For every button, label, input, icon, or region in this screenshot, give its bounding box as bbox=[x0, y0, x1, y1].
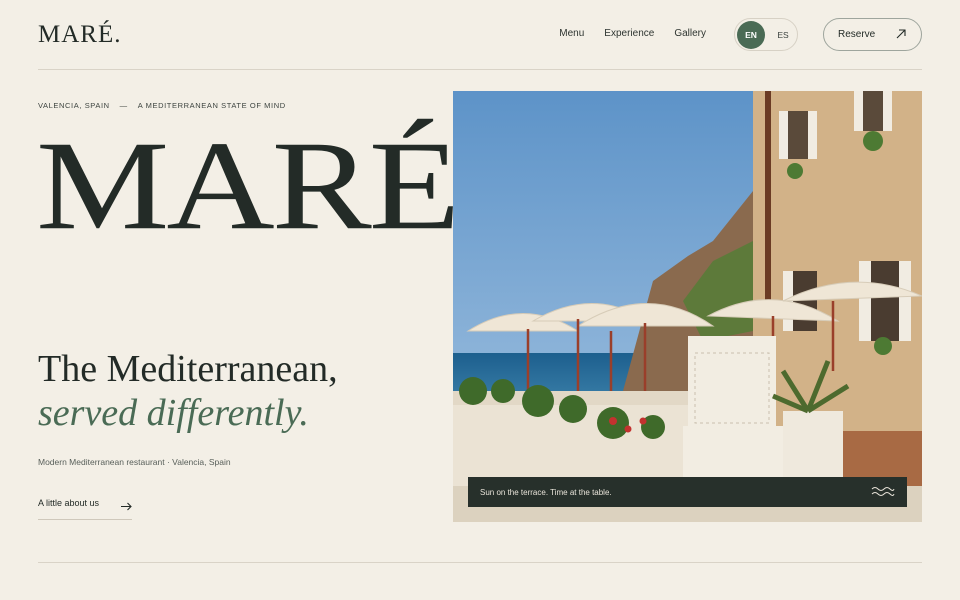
location-text: VALENCIA, SPAIN bbox=[38, 101, 110, 110]
eyebrow-separator: — bbox=[119, 101, 128, 110]
terrace-illustration bbox=[453, 91, 922, 522]
hero-eyebrow: VALENCIA, SPAIN — A MEDITERRANEAN STATE OF… bbox=[38, 101, 286, 110]
reserve-label: Reserve bbox=[838, 29, 876, 40]
waves-icon bbox=[871, 487, 895, 496]
hero-subline: Modern Mediterranean restaurant · Valenc… bbox=[38, 457, 231, 467]
caption-text: Sun on the terrace. Time at the table. bbox=[480, 487, 612, 497]
arrow-up-right-icon bbox=[896, 29, 906, 39]
lang-es-button[interactable]: ES bbox=[771, 21, 795, 49]
logo[interactable]: MARÉ. bbox=[38, 21, 121, 49]
tagline-text: A MEDITERRANEAN STATE OF MIND bbox=[137, 101, 286, 110]
headline-line-2: served differently. bbox=[38, 391, 309, 434]
language-switch: EN ES bbox=[734, 18, 798, 51]
about-label: A little about us bbox=[38, 498, 100, 508]
headline-line-1: The Mediterranean, bbox=[38, 348, 338, 390]
section-divider bbox=[38, 562, 922, 563]
lang-en-button[interactable]: EN bbox=[737, 21, 765, 49]
reserve-button[interactable]: Reserve bbox=[823, 18, 922, 51]
hero-headline: The Mediterranean, served differently. bbox=[38, 348, 338, 435]
site-header: MARÉ. Menu Experience Gallery EN ES Rese… bbox=[38, 0, 922, 70]
hero-title: MARÉ bbox=[36, 115, 460, 257]
arrow-right-icon bbox=[121, 502, 132, 511]
nav-item-menu[interactable]: Menu bbox=[559, 28, 584, 39]
about-link[interactable]: A little about us bbox=[38, 498, 132, 520]
nav-item-gallery[interactable]: Gallery bbox=[674, 28, 706, 39]
photo-caption: Sun on the terrace. Time at the table. bbox=[468, 477, 907, 507]
main-nav: Menu Experience Gallery bbox=[559, 28, 706, 39]
terrace-photo: Sun on the terrace. Time at the table. bbox=[453, 91, 922, 522]
nav-item-experience[interactable]: Experience bbox=[604, 28, 654, 39]
